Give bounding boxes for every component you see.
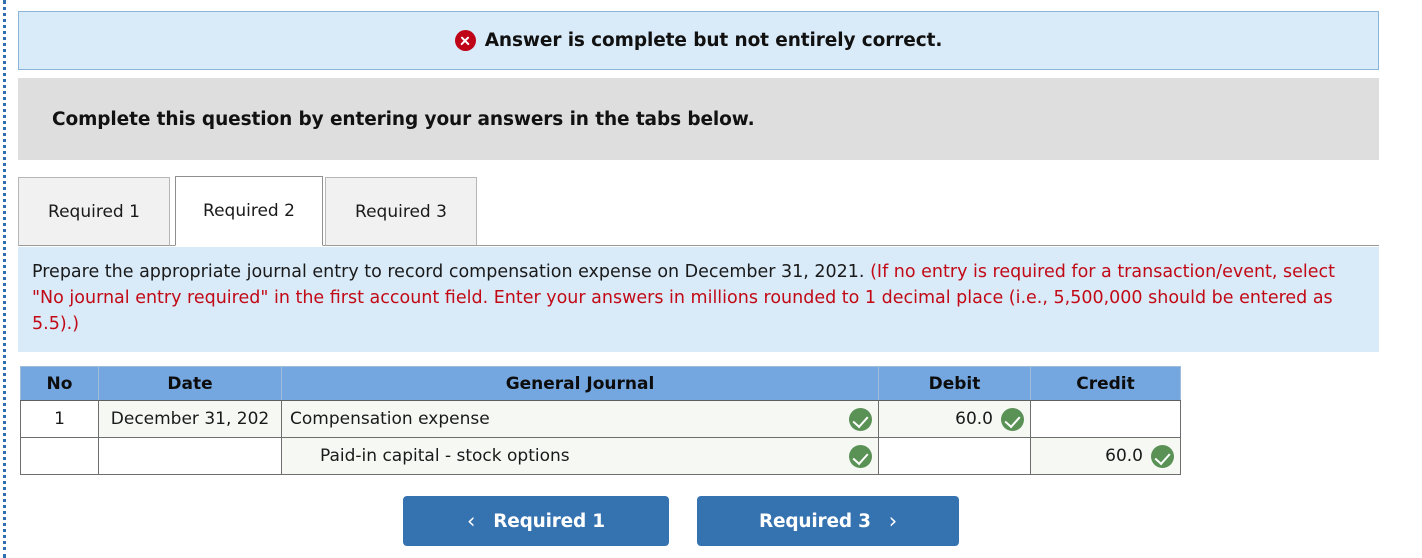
answer-status-banner: Answer is complete but not entirely corr… (18, 11, 1379, 70)
next-required-3-button[interactable]: Required 3 › (697, 496, 959, 546)
chevron-right-icon: › (888, 508, 897, 533)
cell-debit[interactable] (878, 437, 1031, 475)
question-instruction-text: Prepare the appropriate journal entry to… (32, 259, 1365, 337)
credit-cell-content: 60.0 (1037, 439, 1174, 474)
prev-required-1-label: Required 1 (493, 510, 605, 532)
debit-value: 60.0 (955, 409, 993, 429)
table-header-row: No Date General Journal Debit Credit (20, 366, 1181, 401)
account-cell-content: Paid-in capital - stock options (288, 439, 872, 474)
answer-status-content: Answer is complete but not entirely corr… (454, 30, 943, 51)
correct-check-icon (849, 444, 872, 468)
correct-check-icon (849, 407, 872, 431)
instruction-black-text: Prepare the appropriate journal entry to… (32, 262, 865, 282)
cell-no: 1 (20, 400, 99, 438)
cell-account[interactable]: Compensation expense (281, 400, 879, 438)
required-tabs: Required 1 Required 2 Required 3 (18, 176, 1379, 246)
header-debit: Debit (878, 366, 1031, 401)
tab-required-1[interactable]: Required 1 (18, 177, 170, 246)
error-circle-x-icon (454, 30, 476, 51)
cell-account[interactable]: Paid-in capital - stock options (281, 437, 879, 475)
table-row: 1 December 31, 202 Compensation expense … (20, 400, 1181, 438)
cell-no (20, 437, 99, 475)
header-date: Date (98, 366, 282, 401)
next-required-3-label: Required 3 (759, 510, 871, 532)
cell-date-value: December 31, 202 (110, 409, 270, 429)
tab-required-1-label: Required 1 (48, 201, 140, 222)
account-cell-content: Compensation expense (288, 402, 872, 437)
complete-question-bar: Complete this question by entering your … (18, 78, 1379, 160)
correct-check-icon (1151, 444, 1174, 468)
tab-required-2-label: Required 2 (203, 201, 295, 221)
cell-debit[interactable]: 60.0 (878, 400, 1031, 438)
table-row: Paid-in capital - stock options 60.0 (20, 437, 1181, 475)
header-general-journal: General Journal (281, 366, 879, 401)
tab-required-2[interactable]: Required 2 (175, 176, 323, 246)
complete-question-text: Complete this question by entering your … (52, 108, 755, 130)
header-credit: Credit (1030, 366, 1181, 401)
general-journal-table: No Date General Journal Debit Credit 1 D… (20, 366, 1181, 475)
cell-date[interactable] (98, 437, 282, 475)
tab-required-3[interactable]: Required 3 (325, 177, 477, 246)
correct-check-icon (1001, 407, 1024, 431)
question-instruction-panel: Prepare the appropriate journal entry to… (18, 247, 1379, 352)
cell-credit[interactable] (1030, 400, 1181, 438)
credit-value: 60.0 (1105, 446, 1143, 466)
account-label: Compensation expense (290, 409, 490, 429)
cell-date[interactable]: December 31, 202 (98, 400, 282, 438)
header-no: No (20, 366, 99, 401)
account-label: Paid-in capital - stock options (320, 446, 570, 466)
answer-status-text: Answer is complete but not entirely corr… (484, 30, 943, 51)
chevron-left-icon: ‹ (467, 508, 476, 533)
debit-cell-content: 60.0 (885, 402, 1024, 437)
left-dotted-rail (3, 0, 6, 558)
tab-required-3-label: Required 3 (355, 201, 447, 222)
question-page: Answer is complete but not entirely corr… (0, 0, 1422, 558)
cell-credit[interactable]: 60.0 (1030, 437, 1181, 475)
required-navigation: ‹ Required 1 Required 3 › (403, 496, 959, 546)
prev-required-1-button[interactable]: ‹ Required 1 (403, 496, 669, 546)
